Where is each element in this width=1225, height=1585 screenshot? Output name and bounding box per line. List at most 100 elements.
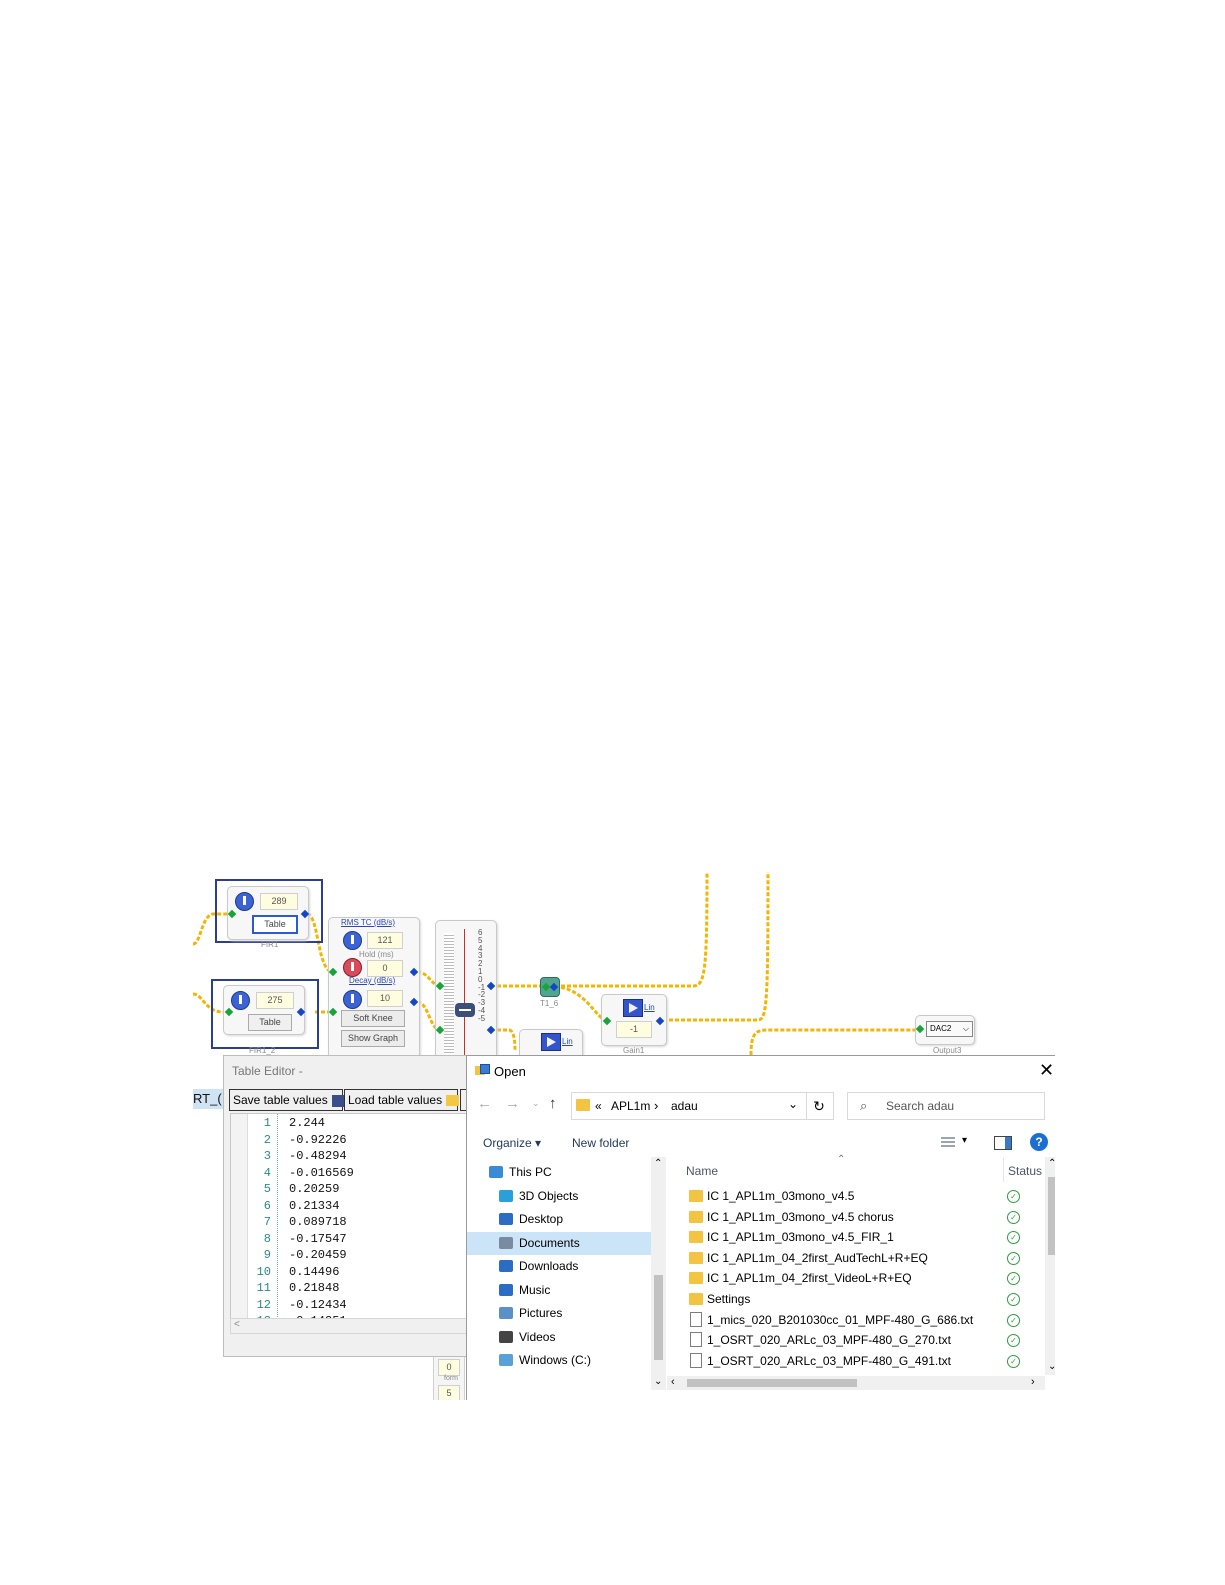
address-dropdown-chevron-icon[interactable]: ⌄ [788,1097,798,1111]
gain1-play-icon[interactable] [623,999,643,1017]
nav-item[interactable]: Desktop [467,1208,651,1231]
row-value[interactable]: 0.14496 [289,1264,339,1281]
file-list-item[interactable]: Settings ✓ [667,1289,1045,1309]
table-row[interactable]: 7 0.089718 [231,1214,471,1231]
file-list-item[interactable]: 1_mics_020_B201030cc_01_MPF-480_G_686.tx… [667,1310,1045,1330]
back-arrow-icon[interactable]: ← [477,1095,492,1112]
hold-value[interactable]: 0 [367,960,403,977]
view-dropdown-chevron-icon[interactable]: ▾ [962,1135,967,1146]
table-row[interactable]: 3 -0.48294 [231,1148,471,1165]
row-value[interactable]: 0.21334 [289,1198,339,1215]
t1-6-node[interactable] [540,977,560,997]
gain2-play-icon[interactable] [541,1033,561,1051]
row-value[interactable]: -0.20459 [289,1247,347,1264]
nav-item[interactable]: Documents [467,1231,651,1255]
rms-value[interactable]: 121 [367,932,403,949]
view-options-icon[interactable] [941,1137,955,1149]
breadcrumb-adau[interactable]: adau [671,1099,698,1113]
column-header-name[interactable]: Name [686,1164,718,1178]
nav-item[interactable]: 3D Objects [467,1185,651,1208]
file-list-item[interactable]: 1_OSRT_020_ARLc_03_MPF-480_G_270.txt ✓ [667,1330,1045,1350]
bottom-partial-value-1[interactable]: 0 [438,1359,460,1376]
decay-knob-icon[interactable] [343,990,362,1009]
nav-item[interactable]: Music [467,1279,651,1302]
meter-block[interactable]: 6 5 4 3 2 1 0 -1 -2 -3 -4 -5 [435,920,497,1062]
file-list[interactable]: IC 1_APL1m_03mono_v4.5 ✓ IC 1_APL1m_03mono… [667,1186,1045,1376]
nav-item[interactable]: Windows (C:) [467,1349,651,1372]
breadcrumb-apl1m[interactable]: APL1m [611,1099,650,1113]
table-row[interactable]: 12 -0.12434 [231,1297,471,1314]
show-graph-button[interactable]: Show Graph [341,1030,405,1047]
nav-item[interactable]: This PC [467,1161,651,1184]
file-list-vertical-scrollbar[interactable]: ⌃ ⌄ [1045,1157,1055,1375]
table-values-list[interactable]: 1 2.244 2 -0.92226 3 -0.48294 4 -0.016569 5 0.202… [230,1113,472,1320]
nav-scroll-up-icon[interactable]: ⌃ [654,1158,662,1169]
hold-knob-icon[interactable] [343,958,362,977]
row-value[interactable]: -0.48294 [289,1148,347,1165]
address-bar[interactable]: « APL1m › adau ⌄ [571,1092,807,1120]
nav-scroll-thumb[interactable] [654,1275,663,1360]
organize-button[interactable]: Organize ▾ [483,1136,541,1150]
help-icon[interactable]: ? [1030,1133,1048,1151]
nav-item[interactable]: Pictures [467,1302,651,1325]
row-value[interactable]: -0.12434 [289,1297,347,1314]
table-editor-window[interactable]: Table Editor - Save table values Load ta… [223,1055,475,1357]
column-header-status[interactable]: Status [1008,1164,1042,1178]
refresh-icon[interactable]: ↻ [805,1092,834,1120]
table-row[interactable]: 6 0.21334 [231,1198,471,1215]
search-box[interactable]: ⌕ Search adau [847,1092,1045,1120]
row-value[interactable]: -0.92226 [289,1132,347,1149]
navigation-scrollbar[interactable]: ⌃ ⌄ [651,1157,666,1390]
fir2-table-button[interactable]: Table [248,1014,292,1031]
open-file-dialog[interactable]: Open ✕ ← → ⌄ ↑ « APL1m › adau ⌄ ↻ ⌕ Sear… [466,1055,1055,1400]
file-list-item[interactable]: IC 1_APL1m_04_2first_VideoL+R+EQ ✓ [667,1268,1045,1288]
fir1-value[interactable]: 289 [260,893,298,910]
table-row[interactable]: 9 -0.20459 [231,1247,471,1264]
gain1-value[interactable]: -1 [616,1021,652,1038]
table-row[interactable]: 5 0.20259 [231,1181,471,1198]
fir1-knob-icon[interactable] [235,892,254,911]
table-row[interactable]: 10 0.14496 [231,1264,471,1281]
file-list-item[interactable]: IC 1_APL1m_04_2first_AudTechL+R+EQ ✓ [667,1248,1045,1268]
table-row[interactable]: 8 -0.17547 [231,1231,471,1248]
forward-arrow-icon[interactable]: → [505,1095,520,1112]
file-list-horizontal-scrollbar[interactable]: ‹ › [667,1376,1045,1390]
row-value[interactable]: 0.089718 [289,1214,347,1231]
files-scroll-up-icon[interactable]: ⌃ [1048,1158,1055,1169]
files-hscroll-thumb[interactable] [687,1379,857,1387]
rms-block[interactable]: RMS TC (dB/s) 121 Hold (ms) 0 Decay (dB/… [328,917,420,1059]
row-value[interactable]: -0.17547 [289,1231,347,1248]
files-scroll-thumb[interactable] [1048,1177,1055,1255]
row-value[interactable]: 0.20259 [289,1181,339,1198]
row-value[interactable]: 2.244 [289,1115,325,1132]
rms-knob-icon[interactable] [343,931,362,950]
table-row[interactable]: 4 -0.016569 [231,1165,471,1182]
rms-header[interactable]: RMS TC (dB/s) [341,918,395,927]
horizontal-scrollbar[interactable]: < [230,1318,472,1334]
file-list-item[interactable]: IC 1_APL1m_03mono_v4.5_FIR_1 ✓ [667,1227,1045,1247]
navigation-pane[interactable]: This PC 3D Objects Desktop Documents Downloa… [467,1157,651,1390]
table-row[interactable]: 11 0.21848 [231,1280,471,1297]
file-list-item[interactable]: IC 1_APL1m_03mono_v4.5 chorus ✓ [667,1207,1045,1227]
decay-value[interactable]: 10 [367,990,403,1007]
row-value[interactable]: -0.016569 [289,1165,354,1182]
gain1-lin-link[interactable]: Lin [644,1003,655,1012]
table-row[interactable]: 2 -0.92226 [231,1132,471,1149]
fir2-knob-icon[interactable] [231,991,250,1010]
files-scroll-down-icon[interactable]: ⌄ [1048,1361,1055,1372]
bottom-partial-value-2[interactable]: 5 [438,1385,460,1400]
up-arrow-icon[interactable]: ↑ [549,1095,557,1112]
output3-select[interactable]: DAC2 ⌵ [926,1021,973,1037]
files-scroll-right-icon[interactable]: › [1031,1376,1035,1388]
fir1-block[interactable]: 289 Table [227,886,309,940]
table-row[interactable]: 1 2.244 [231,1115,471,1132]
save-table-values-button[interactable]: Save table values [229,1089,345,1111]
nav-item[interactable]: Videos [467,1326,651,1349]
file-list-item[interactable]: IC 1_APL1m_03mono_v4.5 ✓ [667,1186,1045,1206]
slider-handle[interactable] [455,1003,475,1017]
soft-knee-button[interactable]: Soft Knee [341,1010,405,1027]
preview-pane-icon[interactable] [994,1136,1012,1150]
fir2-value[interactable]: 275 [256,992,294,1009]
load-table-values-button[interactable]: Load table values [344,1089,460,1111]
close-icon[interactable]: ✕ [1039,1060,1054,1081]
